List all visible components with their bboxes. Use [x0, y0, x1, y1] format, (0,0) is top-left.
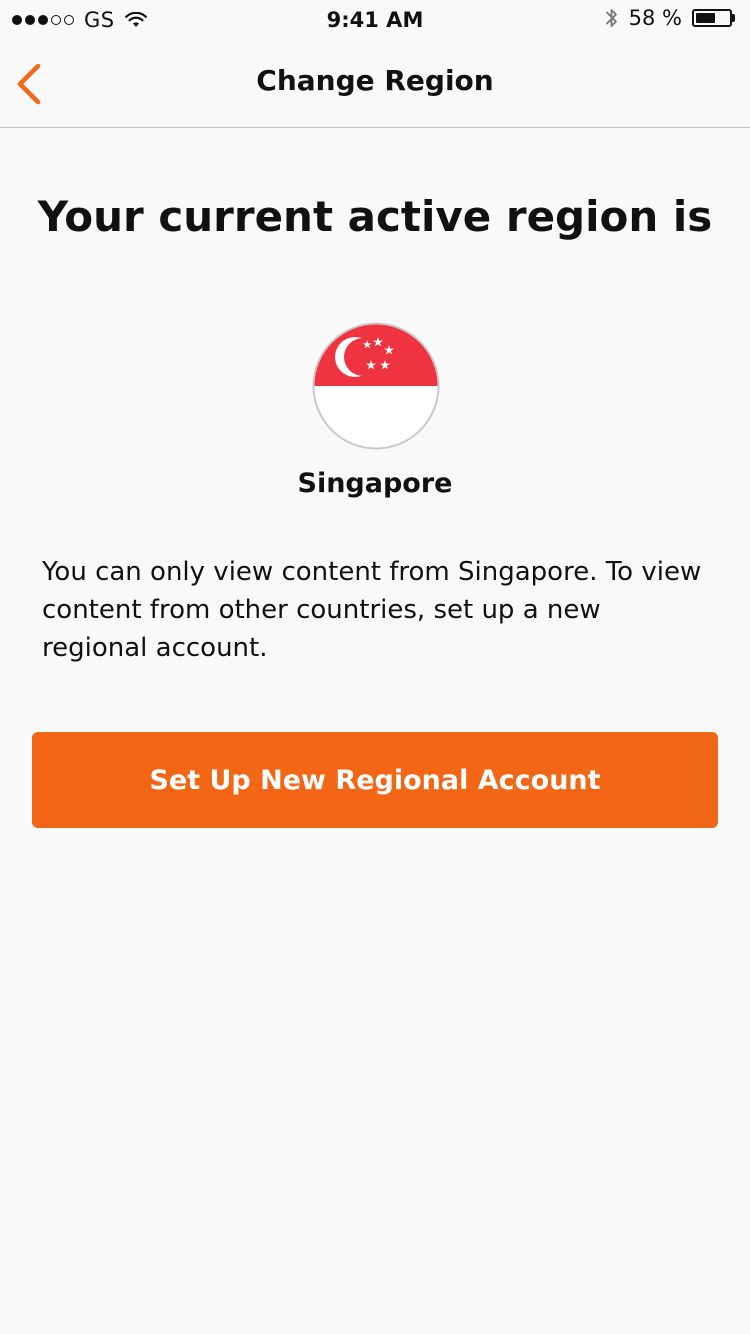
battery-percentage: 58 %: [628, 6, 682, 30]
region-description: You can only view content from Singapore…: [42, 557, 702, 663]
set-up-regional-account-button[interactable]: Set Up New Regional Account: [32, 732, 718, 828]
status-right: 58 %: [605, 6, 736, 30]
region-headline: Your current active region is: [37, 192, 713, 241]
battery-level: [696, 13, 715, 23]
status-bar: GS 9:41 AM 58 %: [0, 0, 750, 40]
battery-icon: [692, 8, 736, 28]
country-name: Singapore: [297, 468, 453, 499]
navigation-bar: Change Region: [0, 40, 750, 128]
singapore-flag-icon: [312, 322, 440, 450]
page-title: Change Region: [256, 64, 494, 97]
bluetooth-icon: [605, 9, 617, 27]
